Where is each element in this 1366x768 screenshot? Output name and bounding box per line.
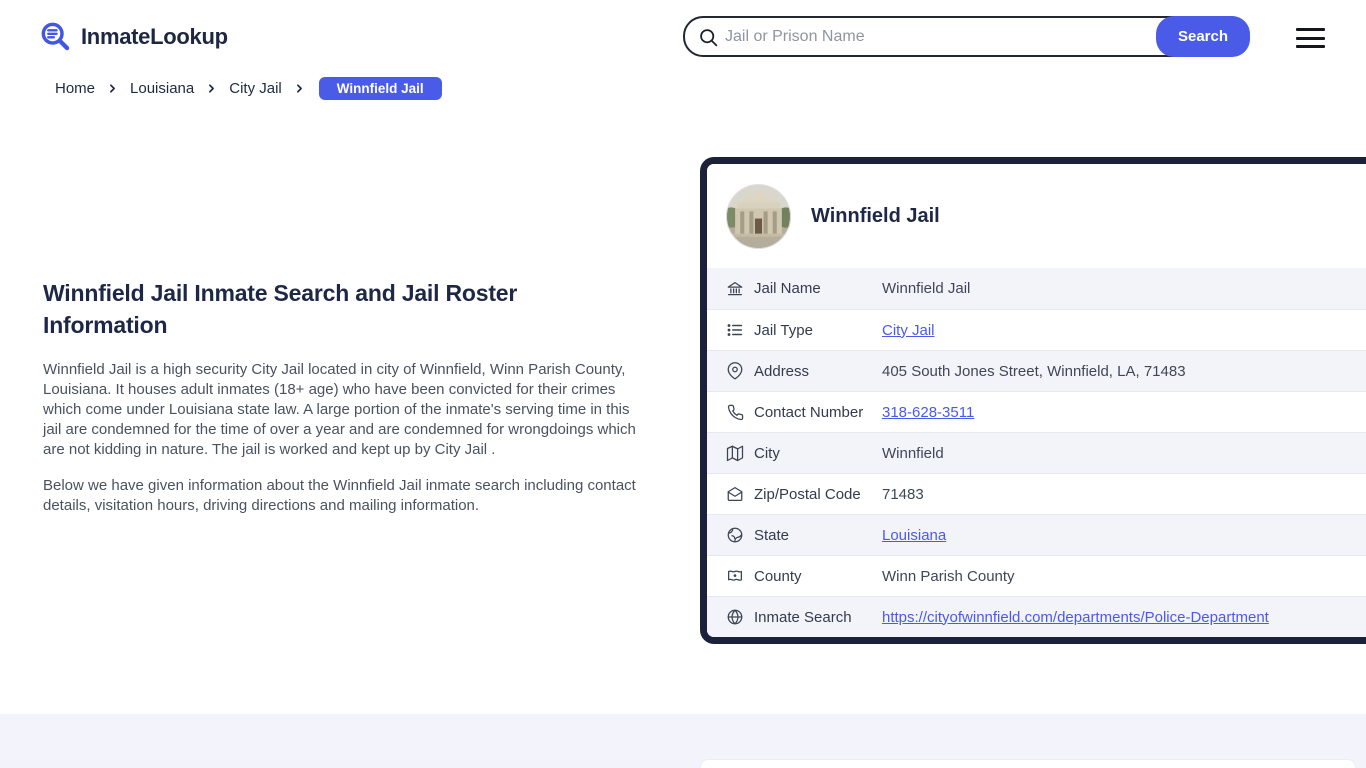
info-row-label: Jail Name	[754, 280, 882, 297]
info-row-label: City	[754, 445, 882, 462]
hamburger-bar	[1296, 45, 1325, 48]
info-row-label: State	[754, 527, 882, 544]
breadcrumb-current-badge: Winnfield Jail	[319, 77, 442, 100]
info-row-zip-code: Zip/Postal Code 71483	[707, 473, 1366, 514]
info-row-address: Address 405 South Jones Street, Winnfiel…	[707, 350, 1366, 391]
bottom-band	[0, 714, 1366, 768]
info-row-value: 71483	[882, 486, 924, 503]
jail-info-card: Winnfield Jail Jail Name Winnfield Jail	[700, 157, 1366, 644]
list-icon	[726, 321, 744, 339]
envelope-icon	[726, 485, 744, 503]
breadcrumb: Home Louisiana City Jail Winnfield Jail	[55, 75, 442, 101]
page: InmateLookup Search Home Louisiana City …	[0, 0, 1366, 768]
info-row-label: Inmate Search	[754, 609, 882, 626]
hamburger-bar	[1296, 28, 1325, 31]
info-row-value: Winnfield	[882, 445, 944, 462]
chevron-right-icon	[293, 82, 306, 95]
info-row-label: Zip/Postal Code	[754, 486, 882, 503]
info-row-jail-type: Jail Type City Jail	[707, 309, 1366, 350]
chevron-right-icon	[205, 82, 218, 95]
breadcrumb-home[interactable]: Home	[55, 80, 95, 97]
info-row-state: State Louisiana	[707, 514, 1366, 555]
next-card-edge	[700, 759, 1356, 768]
search-icon	[698, 27, 719, 48]
jail-info-table: Jail Name Winnfield Jail Jail Type City …	[707, 268, 1366, 637]
map-icon	[726, 444, 744, 462]
breadcrumb-louisiana[interactable]: Louisiana	[130, 80, 194, 97]
bank-icon	[726, 280, 744, 298]
map-pin-icon	[726, 362, 744, 380]
inmate-search-link[interactable]: https://cityofwinnfield.com/departments/…	[882, 609, 1269, 626]
info-row-county: County Winn Parish County	[707, 555, 1366, 596]
phone-icon	[726, 403, 744, 421]
info-row-value: Winnfield Jail	[882, 280, 970, 297]
search-button[interactable]: Search	[1156, 16, 1250, 57]
article: Winnfield Jail Inmate Search and Jail Ro…	[43, 277, 643, 516]
jail-card-title: Winnfield Jail	[811, 205, 940, 228]
info-row-city: City Winnfield	[707, 432, 1366, 473]
brand-name: InmateLookup	[81, 24, 228, 50]
globe-icon	[726, 526, 744, 544]
magnifier-list-icon	[40, 21, 72, 53]
info-row-label: County	[754, 568, 882, 585]
hamburger-icon[interactable]	[1296, 28, 1325, 48]
search-bar: Search	[683, 16, 1250, 57]
info-row-label: Jail Type	[754, 322, 882, 339]
globe-grid-icon	[726, 608, 744, 626]
page-title: Winnfield Jail Inmate Search and Jail Ro…	[43, 277, 593, 341]
jail-card-header: Winnfield Jail	[707, 164, 1366, 268]
state-link[interactable]: Louisiana	[882, 527, 946, 544]
contact-number-link[interactable]: 318-628-3511	[882, 404, 974, 421]
info-row-value: 405 South Jones Street, Winnfield, LA, 7…	[882, 363, 1186, 380]
info-row-value: Winn Parish County	[882, 568, 1015, 585]
info-row-label: Contact Number	[754, 404, 882, 421]
info-row-jail-name: Jail Name Winnfield Jail	[707, 268, 1366, 309]
search-input[interactable]	[725, 20, 1145, 53]
info-paragraph: Below we have given information about th…	[43, 476, 640, 516]
breadcrumb-city-jail[interactable]: City Jail	[229, 80, 282, 97]
info-row-contact-number: Contact Number 318-628-3511	[707, 391, 1366, 432]
jail-building-photo	[726, 184, 791, 249]
intro-paragraph: Winnfield Jail is a high security City J…	[43, 360, 640, 460]
info-row-label: Address	[754, 363, 882, 380]
info-row-inmate-search: Inmate Search https://cityofwinnfield.co…	[707, 596, 1366, 637]
flag-badge-icon	[726, 567, 744, 585]
brand-logo[interactable]: InmateLookup	[40, 21, 228, 53]
jail-type-link[interactable]: City Jail	[882, 322, 935, 339]
hamburger-bar	[1296, 37, 1325, 40]
chevron-right-icon	[106, 82, 119, 95]
